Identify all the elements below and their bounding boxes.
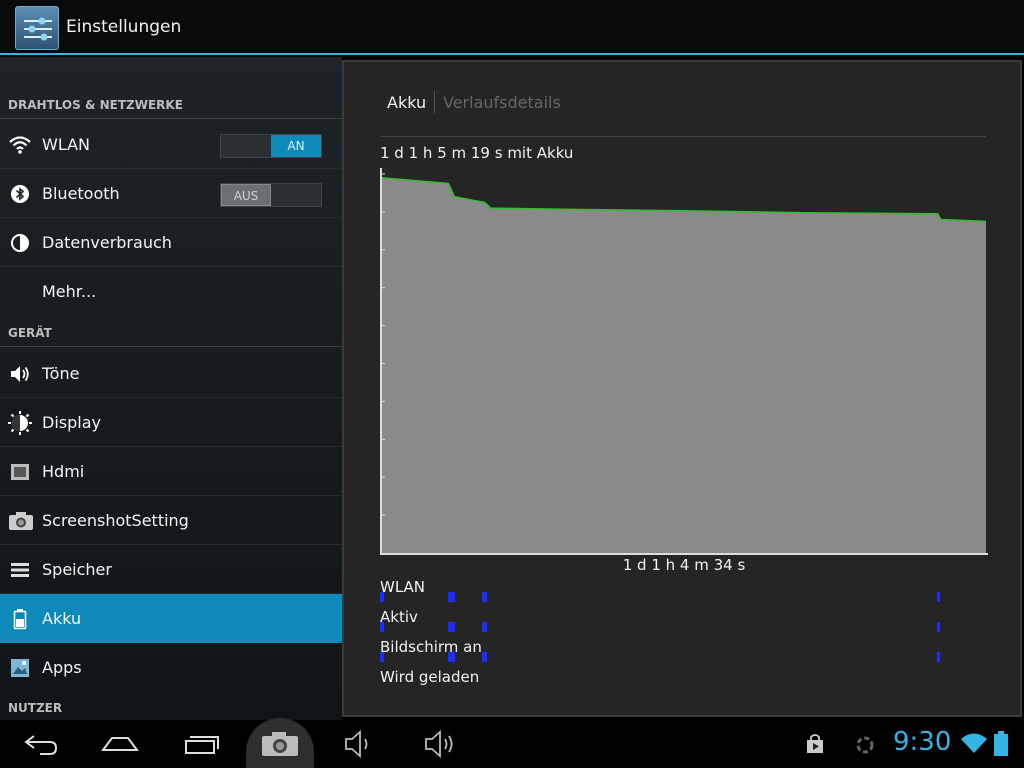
track-tick [380, 622, 384, 632]
volume-down-icon[interactable] [342, 728, 382, 760]
sidebar-item-label: Speicher [42, 560, 112, 579]
section-header-user: NUTZER [8, 701, 63, 715]
track-tick [482, 592, 487, 602]
track-tick [380, 592, 384, 602]
speaker-icon [8, 362, 32, 386]
hdmi-icon [8, 460, 32, 484]
recent-apps-icon[interactable] [182, 728, 222, 760]
home-icon[interactable] [100, 728, 140, 760]
sidebar-item-label: WLAN [42, 135, 91, 154]
display-icon [8, 411, 32, 435]
sidebar-item-label: Töne [42, 364, 80, 383]
tab-akku[interactable]: Akku [387, 93, 426, 112]
sidebar-item-mehr[interactable]: Mehr... [0, 267, 342, 316]
settings-sliders-icon[interactable] [15, 6, 59, 50]
track-tick [937, 652, 940, 662]
track-tick [380, 652, 384, 662]
battery-history-chart[interactable] [380, 168, 988, 556]
tab-separator [434, 91, 435, 113]
track-tick [482, 622, 487, 632]
screenshot-button[interactable] [246, 718, 314, 768]
toggle-state: AN [271, 135, 321, 157]
tab-verlaufsdetails[interactable]: Verlaufsdetails [443, 93, 561, 112]
sidebar-item-label: Display [42, 413, 101, 432]
sidebar-item-display[interactable]: Display [0, 398, 342, 447]
sidebar-item-apps[interactable]: Apps [0, 643, 342, 692]
graph-time-label: 1 d 1 h 4 m 34 s [622, 556, 746, 574]
settings-sidebar: DRAHTLOS & NETZWERKE WLAN AN Bluetooth A… [0, 57, 342, 720]
track-tick [937, 622, 940, 632]
wifi-icon [8, 133, 32, 157]
action-bar: Einstellungen [0, 0, 1024, 55]
sync-icon [855, 735, 875, 755]
storage-icon [8, 558, 32, 582]
section-header-device: GERÄT [0, 323, 342, 347]
wifi-status-icon [960, 731, 988, 755]
battery-duration-text: 1 d 1 h 5 m 19 s mit Akku [380, 144, 574, 162]
battery-panel: Akku Verlaufsdetails 1 d 1 h 5 m 19 s mi… [342, 60, 1022, 717]
sidebar-item-bluetooth[interactable]: Bluetooth AUS [0, 169, 342, 218]
bluetooth-icon [8, 182, 32, 206]
section-header-wireless: DRAHTLOS & NETZWERKE [0, 95, 342, 119]
sidebar-item-label: Bluetooth [42, 184, 120, 203]
sidebar-item-toene[interactable]: Töne [0, 349, 342, 398]
camera-icon [8, 509, 33, 533]
sidebar-item-label: Mehr... [42, 282, 97, 301]
back-icon[interactable] [22, 728, 62, 760]
sidebar-item-screenshotsetting[interactable]: ScreenshotSetting [0, 496, 342, 545]
store-icon[interactable] [804, 733, 826, 755]
sidebar-item-akku[interactable]: Akku [0, 594, 342, 643]
sidebar-item-label: Apps [42, 658, 82, 677]
track-tick [448, 652, 455, 662]
status-clock: 9:30 [893, 727, 952, 757]
sidebar-item-datenverbrauch[interactable]: Datenverbrauch [0, 218, 342, 267]
apps-icon [8, 656, 32, 680]
wlan-toggle[interactable]: AN [220, 134, 322, 158]
battery-status-icon [994, 731, 1008, 756]
tab-divider [380, 136, 986, 137]
sidebar-item-label: Akku [42, 609, 82, 628]
app-title: Einstellungen [66, 17, 182, 37]
track-tick [937, 592, 940, 602]
track-tick [448, 622, 455, 632]
battery-level-area [382, 177, 986, 554]
bluetooth-toggle[interactable]: AUS [220, 183, 322, 207]
data-usage-icon [8, 231, 32, 255]
toggle-state: AUS [221, 184, 271, 206]
volume-up-icon[interactable] [422, 728, 462, 760]
track-bildschirm [380, 652, 988, 662]
track-label-laden: Wird geladen [380, 668, 480, 686]
sidebar-item-label: ScreenshotSetting [42, 511, 189, 530]
track-tick [448, 592, 455, 602]
sidebar-item-label: Hdmi [42, 462, 85, 481]
battery-icon [8, 607, 32, 631]
track-wlan [380, 592, 988, 602]
track-aktiv [380, 622, 988, 632]
sidebar-item-wlan[interactable]: WLAN AN [0, 120, 342, 169]
track-tick [482, 652, 487, 662]
sidebar-item-hdmi[interactable]: Hdmi [0, 447, 342, 496]
sidebar-item-label: Datenverbrauch [42, 233, 172, 252]
sidebar-item-speicher[interactable]: Speicher [0, 545, 342, 594]
